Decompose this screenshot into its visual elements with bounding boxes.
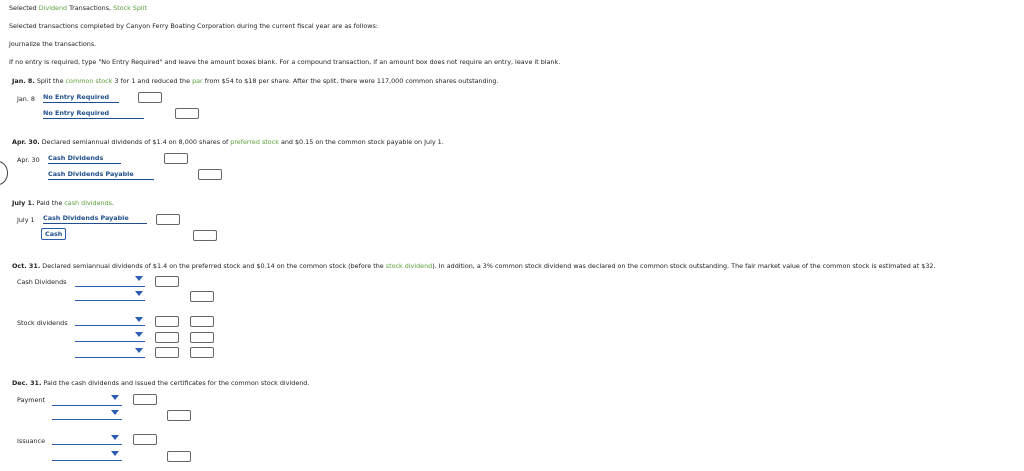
- intro-text: Selected transactions completed by Canyo…: [9, 22, 378, 30]
- chevron-down-icon[interactable]: [135, 276, 143, 281]
- dec-payment-dropdown-1[interactable]: [52, 405, 122, 406]
- dec-date-label: Dec. 31.: [12, 379, 42, 387]
- dec-issuance-label: Issuance: [17, 437, 46, 445]
- chevron-down-icon[interactable]: [135, 291, 143, 296]
- instruction-journalize: Journalize the transactions.: [9, 40, 97, 48]
- oct-desc-a: Declared semiannual dividends of $1.4 on…: [40, 262, 386, 270]
- jan-transaction-text: Jan. 8. Split the common stock 3 for 1 a…: [12, 77, 499, 85]
- oct-cash-debit-input[interactable]: [155, 276, 179, 287]
- apr-desc-a: Declared semiannual dividends of $1.4 on…: [39, 138, 231, 146]
- cash-dividends-link[interactable]: cash dividends: [64, 199, 112, 207]
- chevron-down-icon[interactable]: [111, 435, 119, 440]
- jul-credit-amount-input[interactable]: [193, 230, 217, 241]
- instruction-no-entry: If no entry is required, type "No Entry …: [9, 58, 561, 66]
- oct-date-label: Oct. 31.: [12, 262, 41, 270]
- oct-stock-dividends-label: Stock dividends: [17, 319, 68, 327]
- jul-desc-b: .: [111, 199, 114, 207]
- apr-transaction-text: Apr. 30. Declared semiannual dividends o…: [12, 138, 444, 146]
- jan-account-line-1[interactable]: No Entry Required: [43, 93, 119, 103]
- jan-debit-amount-input[interactable]: [138, 92, 162, 103]
- oct-stock-account-dropdown-2[interactable]: [75, 341, 145, 342]
- dec-payment-dropdown-2[interactable]: [52, 419, 122, 420]
- chevron-down-icon[interactable]: [135, 332, 143, 337]
- chevron-down-icon[interactable]: [111, 410, 119, 415]
- chevron-down-icon[interactable]: [111, 395, 119, 400]
- jan-date-label: Jan. 8.: [12, 77, 35, 85]
- jan-desc-c: from $54 to $18 per share. After the spl…: [202, 77, 499, 85]
- jul-desc-a: Paid the: [34, 199, 65, 207]
- stock-split-link[interactable]: Stock Split: [113, 4, 147, 12]
- stock-dividend-link[interactable]: stock dividend: [386, 262, 432, 270]
- jul-account-line-2[interactable]: Cash: [41, 228, 67, 240]
- apr-credit-amount-input[interactable]: [198, 169, 222, 180]
- preferred-stock-link[interactable]: preferred stock: [230, 138, 279, 146]
- title-mid: Transactions,: [67, 4, 114, 12]
- oct-stock-debit-input-1[interactable]: [155, 316, 179, 327]
- jul-account-line-1[interactable]: Cash Dividends Payable: [43, 214, 147, 224]
- apr-entry-date: Apr. 30: [17, 156, 40, 164]
- oct-cash-dividends-label: Cash Dividends: [17, 278, 67, 286]
- dec-payment-label: Payment: [17, 396, 45, 404]
- oct-cash-account-dropdown-1[interactable]: [75, 286, 145, 287]
- dec-payment-debit-input[interactable]: [133, 394, 157, 405]
- oct-cash-account-dropdown-2[interactable]: [75, 300, 145, 301]
- apr-account-line-1[interactable]: Cash Dividends: [48, 154, 121, 164]
- left-edge-scroll-handle[interactable]: [0, 161, 8, 185]
- chevron-down-icon[interactable]: [135, 348, 143, 353]
- jan-account-line-2[interactable]: No Entry Required: [43, 109, 144, 119]
- jul-transaction-text: July 1. Paid the cash dividends.: [12, 199, 114, 207]
- oct-stock-debit-input-2[interactable]: [155, 332, 179, 343]
- jan-desc-a: Split the: [34, 77, 66, 85]
- jan-credit-amount-input[interactable]: [175, 108, 199, 119]
- oct-stock-credit-input-3[interactable]: [190, 347, 214, 358]
- oct-stock-account-dropdown-1[interactable]: [75, 325, 145, 326]
- jul-debit-amount-input[interactable]: [156, 214, 180, 225]
- dec-desc: Paid the cash dividends and issued the c…: [41, 379, 310, 387]
- dec-issuance-credit-input[interactable]: [167, 451, 191, 462]
- oct-transaction-text: Oct. 31. Declared semiannual dividends o…: [12, 262, 936, 270]
- apr-date-label: Apr. 30.: [12, 138, 40, 146]
- jan-desc-b: 3 for 1 and reduced the: [112, 77, 193, 85]
- dec-issuance-dropdown-1[interactable]: [52, 444, 122, 445]
- dividend-link[interactable]: Dividend: [39, 4, 67, 12]
- jul-date-label: July 1.: [12, 199, 35, 207]
- jan-entry-date: Jan. 8: [17, 95, 35, 103]
- apr-desc-b: and $0.15 on the common stock payable on…: [278, 138, 444, 146]
- apr-account-line-2[interactable]: Cash Dividends Payable: [48, 170, 154, 180]
- par-link[interactable]: par: [192, 77, 203, 85]
- oct-stock-account-dropdown-3[interactable]: [75, 357, 145, 358]
- apr-debit-amount-input[interactable]: [164, 153, 188, 164]
- oct-cash-credit-input[interactable]: [190, 291, 214, 302]
- dec-transaction-text: Dec. 31. Paid the cash dividends and iss…: [12, 379, 309, 387]
- dec-issuance-debit-input[interactable]: [133, 434, 157, 445]
- chevron-down-icon[interactable]: [135, 317, 143, 322]
- page-title: Selected Dividend Transactions, Stock Sp…: [9, 4, 147, 12]
- title-prefix: Selected: [9, 4, 39, 12]
- jul-entry-date: July 1: [17, 216, 35, 224]
- chevron-down-icon[interactable]: [111, 451, 119, 456]
- dec-payment-credit-input[interactable]: [167, 410, 191, 421]
- dec-issuance-dropdown-2[interactable]: [52, 460, 122, 461]
- oct-desc-b: ). In addition, a 3% common stock divide…: [432, 262, 936, 270]
- common-stock-link[interactable]: common stock: [66, 77, 113, 85]
- oct-stock-debit-input-3[interactable]: [155, 347, 179, 358]
- oct-stock-credit-input-2[interactable]: [190, 332, 214, 343]
- oct-stock-credit-input-1[interactable]: [190, 316, 214, 327]
